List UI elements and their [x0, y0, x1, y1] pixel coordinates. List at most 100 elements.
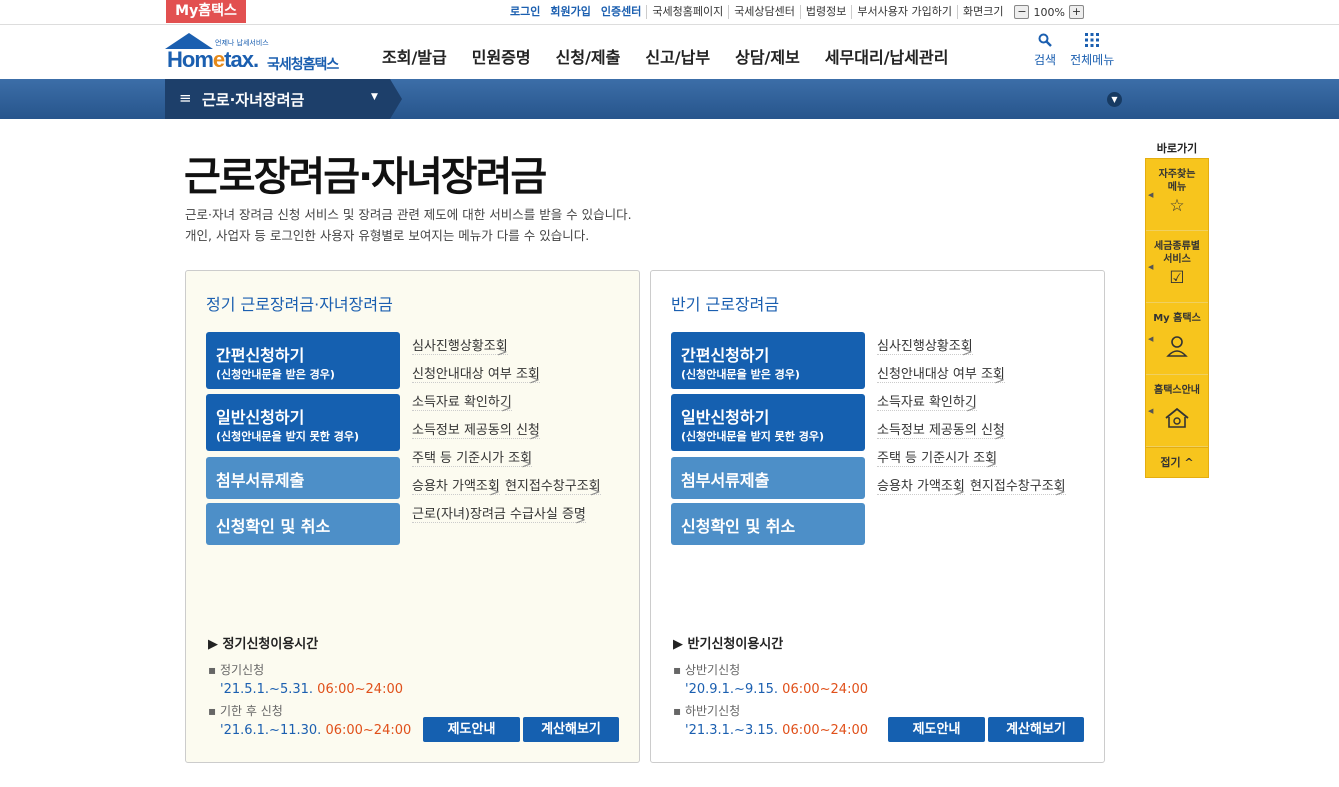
hours-label: ▪ 상반기신청: [673, 663, 741, 677]
caret-left-icon: ◀: [1148, 263, 1154, 271]
list-item[interactable]: 현지접수창구조회 >: [969, 479, 1066, 500]
header-tools: 검색 전체메뉴: [1034, 33, 1128, 68]
chevron-right-icon: >: [589, 485, 601, 500]
nav-inquiry-issue[interactable]: 조회/발급: [382, 44, 447, 68]
nav-apply-submit[interactable]: 신청/제출: [556, 44, 621, 68]
band-arrow: [390, 79, 402, 119]
nav-report-pay[interactable]: 신고/납부: [645, 44, 710, 68]
hours-value: '20.9.1.~9.15. 06:00~24:00: [685, 682, 868, 697]
hometax-logo[interactable]: 언제나 납세서비스 Hometax. 국세청홈택스: [165, 31, 355, 75]
nav-consult-report[interactable]: 상담/제보: [735, 44, 800, 68]
list-item[interactable]: 심사진행상황조회 >: [877, 339, 973, 360]
application-hours: ▶ 반기신청이용시간 ▪ 상반기신청 '20.9.1.~9.15. 06:00~…: [673, 633, 868, 743]
zoom-out-button[interactable]: −: [1014, 5, 1030, 19]
page-description-line2: 개인, 사업자 등 로그인한 사용자 유형별로 보여지는 메뉴가 다를 수 있습…: [185, 228, 590, 243]
login-link[interactable]: 로그인: [505, 5, 545, 19]
checkbox-icon: ☑: [1169, 268, 1185, 288]
list-item[interactable]: 소득자료 확인하기 >: [412, 395, 512, 416]
page-title: 근로장려금·자녀장려금: [184, 154, 547, 200]
application-hours: ▶ 정기신청이용시간 ▪ 정기신청 '21.5.1.~5.31. 06:00~2…: [208, 633, 411, 743]
list-item[interactable]: 주택 등 기준시가 조회 >: [412, 451, 533, 472]
general-apply-button[interactable]: 일반신청하기 (신청안내문을 받지 못한 경우): [671, 394, 865, 451]
list-item[interactable]: 승용차 가액조회 >: [412, 479, 500, 500]
list-item[interactable]: 주택 등 기준시가 조회 >: [877, 451, 998, 472]
signup-link[interactable]: 회원가입: [545, 5, 595, 19]
caret-left-icon: ◀: [1148, 407, 1154, 415]
list-item[interactable]: 소득정보 제공동의 신청 >: [412, 423, 540, 444]
chevron-right-icon: >: [528, 429, 540, 444]
hours-value: '21.5.1.~5.31. 06:00~24:00: [220, 682, 403, 697]
top-links: 로그인 회원가입 인증센터 국세청홈페이지 국세상담센터 법령정보 부서사용자 …: [505, 4, 1084, 20]
panel-link-list: 심사진행상황조회 > 신청안내대상 여부 조회 > 소득자료 확인하기 > 소득정보 …: [877, 333, 1085, 501]
dropdown-triangle-icon: ▼: [371, 92, 378, 102]
list-item[interactable]: 소득자료 확인하기 >: [877, 395, 977, 416]
zoom-in-button[interactable]: +: [1068, 5, 1084, 19]
page-description: 근로·자녀 장려금 신청 서비스 및 장려금 관련 제도에 대한 서비스를 받을…: [185, 204, 632, 246]
location-band: ≡ 근로·자녀장려금 ▼ ▼: [0, 79, 1339, 119]
chevron-right-icon: >: [574, 513, 586, 528]
all-menu-label: 전체메뉴: [1070, 53, 1115, 67]
list-item[interactable]: 근로(자녀)장려금 수급사실 증명 >: [412, 507, 586, 528]
panel-title: 반기 근로장려금: [671, 295, 780, 314]
grid-menu-icon: [1085, 33, 1100, 51]
list-item[interactable]: 신청안내대상 여부 조회 >: [412, 367, 540, 388]
calculate-button[interactable]: 계산해보기: [988, 717, 1084, 742]
list-item[interactable]: 심사진행상황조회 >: [412, 339, 508, 360]
hours-label: ▪ 기한 후 신청: [208, 704, 283, 718]
chevron-right-icon: >: [953, 485, 965, 500]
panel-link-list: 심사진행상황조회 > 신청안내대상 여부 조회 > 소득자료 확인하기 > 소득정보 …: [412, 333, 620, 529]
chevron-right-icon: >: [961, 345, 973, 360]
hours-heading: ▶ 정기신청이용시간: [208, 637, 319, 652]
main-nav: 조회/발급 민원증명 신청/제출 신고/납부 상담/제보 세무대리/납세관리: [382, 44, 973, 68]
chevron-right-icon: >: [965, 401, 977, 416]
law-info-link[interactable]: 법령정보: [799, 5, 851, 19]
house-icon: [1146, 407, 1208, 434]
nts-homepage-link[interactable]: 국세청홈페이지: [646, 5, 728, 19]
confirm-cancel-button[interactable]: 신청확인 및 취소: [671, 503, 865, 545]
logo-wordmark: Hometax.: [167, 47, 259, 72]
quick-links-sidebar: 바로가기 ◀ 자주찾는 메뉴 ☆ ◀ 세금종류별 서비스 ☑ ◀ My 홈택스 …: [1145, 141, 1209, 478]
attach-documents-button[interactable]: 첨부서류제출: [671, 457, 865, 499]
chevron-right-icon: >: [488, 485, 500, 500]
quick-close-button[interactable]: 접기 ^: [1146, 447, 1208, 477]
cert-center-link[interactable]: 인증센터: [596, 5, 646, 19]
quick-item-favorites[interactable]: ◀ 자주찾는 메뉴 ☆: [1146, 159, 1208, 231]
simple-apply-button[interactable]: 간편신청하기 (신청안내문을 받은 경우): [671, 332, 865, 389]
nav-tax-agent[interactable]: 세무대리/납세관리: [825, 44, 949, 68]
simple-apply-button[interactable]: 간편신청하기 (신청안내문을 받은 경우): [206, 332, 400, 389]
list-item[interactable]: 현지접수창구조회 >: [504, 479, 601, 500]
list-item[interactable]: 승용차 가액조회 >: [877, 479, 965, 500]
hours-label: ▪ 정기신청: [208, 663, 265, 677]
top-utility-bar: My홈택스 로그인 회원가입 인증센터 국세청홈페이지 국세상담센터 법령정보 …: [0, 0, 1339, 25]
dept-user-signup-link[interactable]: 부서사용자 가입하기: [851, 5, 957, 19]
quick-item-tax-types[interactable]: ◀ 세금종류별 서비스 ☑: [1146, 231, 1208, 303]
nav-civil-certificate[interactable]: 민원증명: [472, 44, 531, 68]
tax-consult-center-link[interactable]: 국세상담센터: [728, 5, 800, 19]
chevron-right-icon: >: [993, 429, 1005, 444]
current-menu-selector[interactable]: ≡ 근로·자녀장려금 ▼: [165, 79, 390, 119]
attach-documents-button[interactable]: 첨부서류제출: [206, 457, 400, 499]
panel-title: 정기 근로장려금·자녀장려금: [206, 295, 393, 314]
search-icon: [1038, 33, 1052, 51]
star-icon: ☆: [1169, 196, 1185, 216]
confirm-cancel-button[interactable]: 신청확인 및 취소: [206, 503, 400, 545]
user-icon: [1146, 335, 1208, 362]
system-guide-button[interactable]: 제도안내: [888, 717, 985, 742]
quick-item-my-hometax[interactable]: ◀ My 홈택스: [1146, 303, 1208, 375]
general-apply-button[interactable]: 일반신청하기 (신청안내문을 받지 못한 경우): [206, 394, 400, 451]
search-label: 검색: [1034, 53, 1057, 67]
chevron-right-icon: >: [521, 457, 533, 472]
hours-value: '21.3.1.~3.15. 06:00~24:00: [685, 723, 868, 738]
search-button[interactable]: 검색: [1034, 33, 1056, 68]
system-guide-button[interactable]: 제도안내: [423, 717, 520, 742]
list-item[interactable]: 소득정보 제공동의 신청 >: [877, 423, 1005, 444]
quick-item-hometax-guide[interactable]: ◀ 홈택스안내: [1146, 375, 1208, 447]
page-description-line1: 근로·자녀 장려금 신청 서비스 및 장려금 관련 제도에 대한 서비스를 받을…: [185, 207, 632, 222]
screen-size-label: 화면크기: [956, 5, 1008, 19]
all-menu-button[interactable]: 전체메뉴: [1070, 33, 1114, 68]
caret-left-icon: ◀: [1148, 335, 1154, 343]
my-hometax-button[interactable]: My홈택스: [166, 0, 246, 23]
calculate-button[interactable]: 계산해보기: [523, 717, 619, 742]
list-item[interactable]: 신청안내대상 여부 조회 >: [877, 367, 1005, 388]
expand-chevron-icon[interactable]: ▼: [1107, 92, 1122, 107]
